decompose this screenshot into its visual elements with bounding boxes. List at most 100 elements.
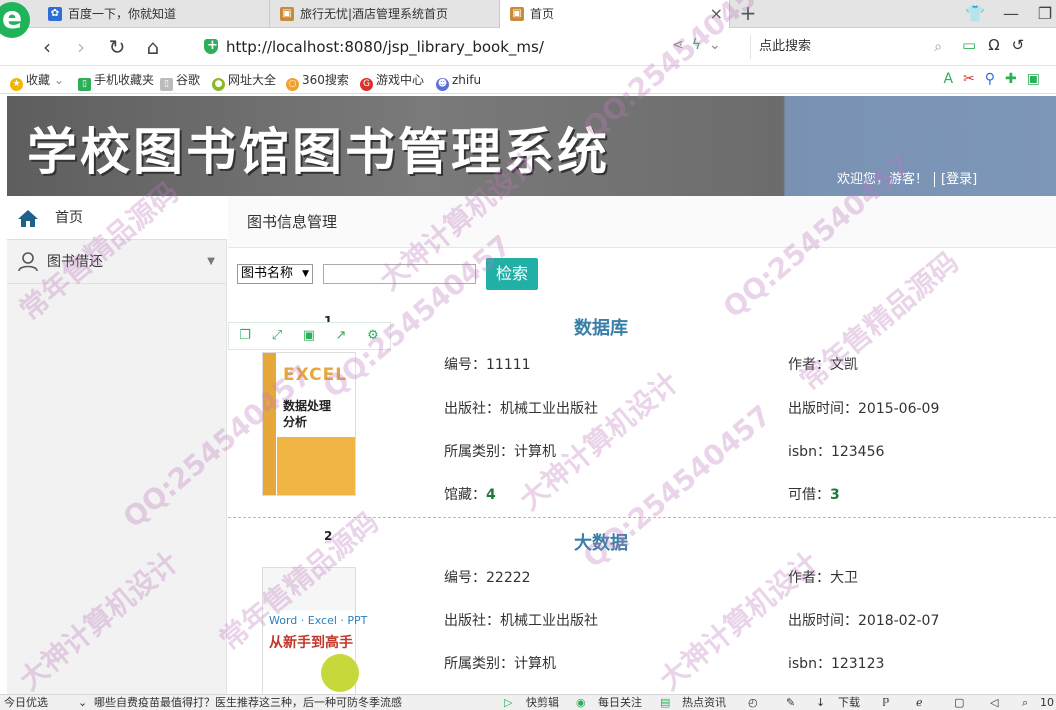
- field-value: 4: [486, 487, 496, 503]
- status-item[interactable]: 下载: [838, 695, 860, 710]
- bookmark-google[interactable]: ▯ 谷歌: [160, 66, 200, 94]
- browser-status-bar: 今日优选 ⌄ 哪些自费疫苗最值得打？医生推荐这三种，后一种可防冬季流感 ▷ 快剪…: [0, 694, 1056, 710]
- tab-baidu[interactable]: ✿ 百度一下，你就知道: [38, 0, 270, 28]
- restore-icon[interactable]: ❐: [1030, 0, 1056, 28]
- gamepad-icon[interactable]: ✚: [1005, 71, 1027, 87]
- zoom-icon[interactable]: ⌕: [1022, 695, 1028, 710]
- keyword-input[interactable]: [323, 264, 476, 284]
- url-text: http://localhost:8080/jsp_library_book_m…: [226, 38, 544, 56]
- field-label: 出版时间：: [788, 613, 858, 629]
- cover-disc-decoration: [321, 654, 359, 692]
- field-value: 计算机: [514, 656, 556, 672]
- tab-label: 首页: [530, 7, 555, 21]
- home-icon[interactable]: ⌂: [140, 34, 166, 60]
- save-icon[interactable]: ▣: [293, 323, 325, 349]
- sidebar-item-borrow[interactable]: 图书借还 ▼: [7, 240, 227, 284]
- sidebar: 首页 图书借还 ▼: [7, 196, 227, 694]
- sidebar-item-home[interactable]: 首页: [7, 196, 227, 240]
- status-news[interactable]: 哪些自费疫苗最值得打？医生推荐这三种，后一种可防冬季流感: [94, 695, 402, 710]
- field-value: 2015-06-09: [858, 401, 940, 417]
- page-icon: ▯: [160, 78, 173, 91]
- share-icon[interactable]: ⋖: [672, 37, 692, 53]
- main-content: 图书信息管理 图书名称 ▼ 检索 1 数据库 EXCEL 数据处理 分析 编号：…: [228, 196, 1056, 694]
- shirt-skin-icon[interactable]: 👕: [960, 0, 990, 28]
- status-today-pick[interactable]: 今日优选: [4, 695, 48, 710]
- extension-icon[interactable]: ▣: [1027, 71, 1050, 87]
- field-label: 可借：: [788, 487, 830, 503]
- expand-icon[interactable]: ⤢: [261, 323, 293, 349]
- status-item[interactable]: 快剪辑: [526, 695, 559, 710]
- magnifier-icon[interactable]: ⚲: [985, 71, 1005, 87]
- zhifu-icon: ☻: [436, 78, 449, 91]
- status-item[interactable]: 每日关注: [598, 695, 642, 710]
- zoom-level[interactable]: 10: [1040, 695, 1054, 710]
- search-input[interactable]: 点此搜索 ⌕: [750, 35, 950, 59]
- lightning-icon[interactable]: ϟ: [692, 37, 709, 53]
- reload-icon[interactable]: ↻: [104, 34, 130, 60]
- page-favicon-icon: ▣: [510, 7, 524, 21]
- bookmark-sites[interactable]: ● 网址大全: [212, 66, 276, 94]
- field-label: 编号：: [444, 570, 486, 586]
- caret-down-icon: ▼: [207, 256, 215, 267]
- cover-text: 分析: [283, 415, 308, 429]
- field-value: 123456: [830, 444, 885, 460]
- search-button[interactable]: 检索: [486, 258, 538, 290]
- search-field-select[interactable]: 图书名称 ▼: [237, 264, 313, 284]
- address-bar: ‹ › ↻ ⌂ http://localhost:8080/jsp_librar…: [0, 28, 1056, 66]
- game-center-icon: G: [360, 78, 373, 91]
- close-tab-icon[interactable]: ×: [710, 0, 723, 28]
- welcome-area: 欢迎您，游客！ [登录]: [837, 168, 978, 187]
- new-tab-icon[interactable]: +: [736, 0, 760, 28]
- select-value: 图书名称: [241, 266, 294, 281]
- battery-icon[interactable]: ▭: [962, 36, 988, 54]
- tab-hotel[interactable]: ▣ 旅行无忧|酒店管理系统首页: [270, 0, 500, 28]
- field-label: isbn：: [788, 656, 831, 672]
- status-item[interactable]: 热点资讯: [682, 695, 726, 710]
- cover-text: 数据处理: [283, 399, 332, 413]
- star-icon: ★: [10, 78, 23, 91]
- url-field[interactable]: http://localhost:8080/jsp_library_book_m…: [200, 35, 740, 58]
- book-title[interactable]: 大数据: [574, 529, 628, 555]
- volume-icon[interactable]: ◁: [990, 695, 998, 710]
- download-arrow-icon: ↓: [816, 696, 826, 709]
- sidebar-item-label: 图书借还: [47, 254, 103, 270]
- cover-decoration: [277, 437, 355, 495]
- search-icon[interactable]: ⌕: [934, 35, 942, 59]
- tab-home[interactable]: ▣ 首页 ×: [500, 0, 730, 28]
- tool-icon[interactable]: ✎: [786, 695, 795, 710]
- home-icon: [18, 210, 38, 227]
- field-label: 所属类别：: [444, 656, 514, 672]
- url-tools: ⋖ϟ⌄: [672, 37, 729, 53]
- field-label: 作者：: [788, 570, 830, 586]
- book-item: 2 大数据 Word · Excel · PPT 从新手到高手 编号：22222…: [228, 529, 1056, 694]
- gear-icon[interactable]: ⚙: [357, 323, 389, 349]
- field-value: 计算机: [514, 444, 556, 460]
- panel-icon[interactable]: ℙ: [882, 695, 890, 710]
- share-icon[interactable]: ↗: [325, 323, 357, 349]
- translate-icon[interactable]: A: [943, 71, 963, 87]
- bookmark-games[interactable]: G 游戏中心: [360, 66, 424, 94]
- headphones-icon[interactable]: Ω: [988, 36, 1011, 54]
- book-title[interactable]: 数据库: [574, 314, 628, 340]
- forward-icon[interactable]: ›: [68, 34, 94, 60]
- login-link[interactable]: [登录]: [934, 172, 978, 187]
- minimize-icon[interactable]: —: [996, 0, 1026, 28]
- bookmark-zhifu[interactable]: ☻ zhifu: [436, 66, 481, 94]
- window-icon[interactable]: ▢: [954, 695, 964, 710]
- book-pubdate: 出版时间：2015-06-09: [788, 398, 939, 418]
- bookmarks-bar: ★ 收藏 ⌄ ▯ 手机收藏夹 ▯ 谷歌 ● 网址大全 ○ 360搜索 G 游戏中心 ☻ zhi…: [0, 66, 1056, 94]
- ie-icon[interactable]: ℯ: [916, 695, 923, 710]
- bookmark-360[interactable]: ○ 360搜索: [286, 66, 349, 94]
- back-icon[interactable]: ‹: [34, 34, 60, 60]
- site-title: 学校图书馆图书管理系统: [27, 123, 610, 181]
- undo-icon[interactable]: ↺: [1012, 36, 1037, 54]
- scissors-icon[interactable]: ✂: [963, 71, 985, 87]
- speed-icon[interactable]: ◴: [748, 695, 758, 710]
- copy-icon[interactable]: ❐: [229, 323, 261, 349]
- bookmark-favorites[interactable]: ★ 收藏 ⌄: [10, 66, 64, 94]
- bookmark-mobile[interactable]: ▯ 手机收藏夹: [78, 66, 154, 94]
- select-arrow-icon: ▼: [302, 269, 309, 279]
- field-label: 馆藏：: [444, 487, 486, 503]
- book-publisher: 出版社：机械工业出版社: [444, 610, 598, 630]
- chevron-down-icon[interactable]: ⌄: [709, 37, 729, 53]
